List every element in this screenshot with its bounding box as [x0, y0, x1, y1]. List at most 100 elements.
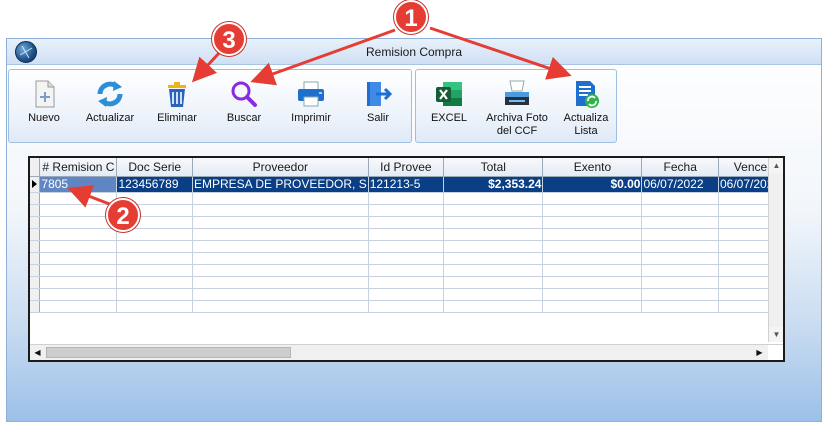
empty-cell — [368, 288, 445, 301]
scanner-icon — [505, 80, 529, 105]
row-indicator — [30, 228, 41, 241]
column-header-exento[interactable]: Exento — [542, 158, 643, 177]
empty-cell — [116, 240, 193, 253]
empty-cell — [542, 240, 643, 253]
empty-cell — [116, 288, 193, 301]
empty-cell — [641, 288, 719, 301]
column-header-doc-serie[interactable]: Doc Serie — [116, 158, 193, 177]
empty-cell — [368, 216, 445, 229]
archive-photo-button[interactable]: Archiva Foto del CCF — [482, 70, 552, 144]
scroll-down-arrow-icon[interactable]: ▼ — [769, 327, 783, 342]
search-icon — [231, 81, 257, 107]
empty-cell — [443, 216, 544, 229]
empty-cell — [192, 192, 369, 205]
empty-cell — [542, 192, 643, 205]
empty-cell — [192, 264, 369, 277]
remision-table: # Remision C Doc Serie Proveedor Id Prov… — [30, 158, 783, 313]
empty-cell — [542, 216, 643, 229]
cell-doc-serie[interactable]: 123456789 — [116, 176, 193, 193]
column-header-fecha[interactable]: Fecha — [641, 158, 719, 177]
empty-cell — [443, 240, 544, 253]
row-indicator — [30, 252, 41, 265]
cell-fecha[interactable]: 06/07/2022 — [641, 176, 719, 193]
column-header-total[interactable]: Total — [443, 158, 544, 177]
excel-button[interactable]: EXCEL — [424, 70, 474, 144]
empty-cell — [641, 252, 719, 265]
column-header-id-provee[interactable]: Id Provee — [368, 158, 445, 177]
empty-cell — [192, 228, 369, 241]
empty-cell — [542, 228, 643, 241]
column-header-remision[interactable]: # Remision C — [39, 158, 118, 177]
empty-cell — [192, 252, 369, 265]
vertical-scrollbar[interactable]: ▲ ▼ — [768, 158, 783, 342]
empty-cell — [192, 276, 369, 289]
empty-cell — [542, 276, 643, 289]
scroll-up-arrow-icon[interactable]: ▲ — [769, 158, 783, 173]
remision-grid[interactable]: # Remision C Doc Serie Proveedor Id Prov… — [28, 156, 785, 362]
row-indicator — [30, 240, 41, 253]
empty-cell — [39, 228, 118, 241]
empty-table-row — [30, 252, 783, 265]
empty-cell — [368, 240, 445, 253]
cell-id-provee[interactable]: 121213-5 — [368, 176, 445, 193]
column-header-proveedor[interactable]: Proveedor — [192, 158, 369, 177]
excel-icon — [436, 82, 462, 106]
update-list-button[interactable]: Actualiza Lista — [560, 70, 612, 144]
refresh-button[interactable]: Actualizar — [79, 70, 141, 144]
empty-cell — [542, 252, 643, 265]
empty-cell — [116, 252, 193, 265]
empty-cell — [641, 216, 719, 229]
empty-table-row — [30, 228, 783, 241]
new-button[interactable]: Nuevo — [19, 70, 69, 144]
cell-total[interactable]: $2,353.24 — [443, 176, 544, 193]
empty-table-row — [30, 288, 783, 301]
horizontal-scrollbar[interactable]: ◀ ▶ — [30, 344, 783, 360]
horizontal-scroll-thumb[interactable] — [46, 347, 291, 358]
scroll-corner — [768, 345, 783, 360]
scroll-right-arrow-icon[interactable]: ▶ — [752, 345, 767, 360]
empty-cell — [39, 288, 118, 301]
cell-remision[interactable]: 7805 — [39, 176, 118, 193]
title-bar: Remision Compra — [7, 39, 821, 65]
row-indicator — [30, 288, 41, 301]
row-indicator — [30, 300, 41, 313]
print-button[interactable]: Imprimir — [281, 70, 341, 144]
cell-proveedor[interactable]: EMPRESA DE PROVEEDOR, S — [192, 176, 369, 193]
table-row[interactable]: 7805 123456789 EMPRESA DE PROVEEDOR, S 1… — [30, 176, 783, 193]
table-header-row: # Remision C Doc Serie Proveedor Id Prov… — [30, 158, 783, 177]
empty-table-row — [30, 216, 783, 229]
empty-table-row — [30, 204, 783, 217]
empty-cell — [542, 204, 643, 217]
row-indicator — [30, 204, 41, 217]
empty-cell — [368, 204, 445, 217]
printer-icon — [298, 81, 324, 107]
empty-cell — [641, 264, 719, 277]
trash-icon — [168, 82, 186, 107]
empty-cell — [39, 192, 118, 205]
delete-button[interactable]: Eliminar — [149, 70, 205, 144]
current-row-indicator — [30, 176, 41, 193]
empty-cell — [368, 228, 445, 241]
row-indicator — [30, 264, 41, 277]
empty-cell — [39, 264, 118, 277]
row-indicator — [30, 216, 41, 229]
empty-cell — [39, 276, 118, 289]
exit-button[interactable]: Salir — [353, 70, 403, 144]
row-indicator — [30, 192, 41, 205]
empty-cell — [641, 228, 719, 241]
secondary-toolbar: EXCEL Archiva Foto del CCF Actualiza Lis… — [415, 69, 617, 143]
empty-cell — [39, 300, 118, 313]
empty-cell — [368, 252, 445, 265]
exit-icon — [367, 82, 393, 106]
search-button[interactable]: Buscar — [216, 70, 272, 144]
empty-cell — [192, 288, 369, 301]
empty-cell — [116, 300, 193, 313]
empty-cell — [116, 264, 193, 277]
empty-cell — [641, 276, 719, 289]
cell-exento[interactable]: $0.00 — [542, 176, 643, 193]
empty-cell — [641, 192, 719, 205]
empty-table-row — [30, 192, 783, 205]
refresh-icon — [97, 81, 123, 107]
empty-cell — [641, 240, 719, 253]
scroll-left-arrow-icon[interactable]: ◀ — [30, 345, 45, 360]
